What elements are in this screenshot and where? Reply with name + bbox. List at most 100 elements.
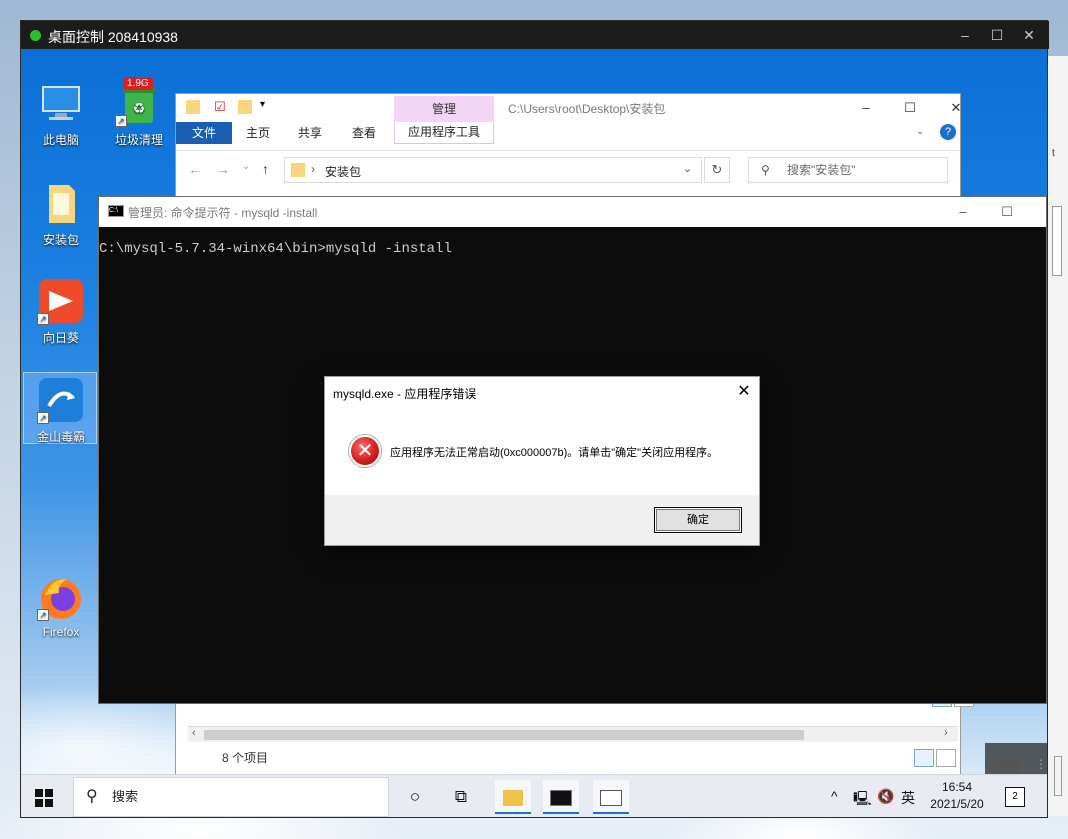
remote-title-bar: 桌面控制 208410938 – ☐ ✕	[21, 21, 1049, 49]
explorer-minimize-button[interactable]: –	[856, 98, 876, 118]
desktop-icon-label: 向日葵	[42, 331, 79, 345]
search-icon: ⚲	[86, 788, 98, 805]
address-dropdown-icon[interactable]: ⌄	[683, 162, 692, 175]
breadcrumb-separator-icon: ›	[311, 162, 315, 176]
window-icon	[600, 789, 622, 806]
junk-size-badge: 1.9G	[123, 77, 153, 90]
cmd-output-line: C:\mysql-5.7.34-winx64\bin>mysqld -insta…	[99, 241, 452, 257]
remote-minimize-button[interactable]: –	[955, 25, 975, 45]
search-icon: ⚲	[761, 163, 770, 177]
start-button[interactable]	[35, 789, 53, 807]
desktop-icon-install-folder[interactable]: 安装包	[29, 179, 93, 248]
dialog-message: 应用程序无法正常启动(0xc000007b)。请单击"确定"关闭应用程序。	[390, 447, 719, 459]
folder-icon	[186, 100, 200, 114]
back-arrow-icon[interactable]: ←	[188, 161, 202, 177]
taskbar-command-prompt[interactable]	[543, 780, 579, 814]
ok-button[interactable]: 确定	[654, 507, 742, 533]
desktop-icon-label: 金山毒霸	[36, 430, 85, 444]
firefox-icon: ↗	[37, 573, 85, 621]
shortcut-arrow-icon: ↗	[37, 412, 49, 424]
volume-muted-icon[interactable]: 🔇	[877, 788, 894, 805]
quick-access-dropdown-icon[interactable]: ▾	[260, 99, 265, 110]
taskbar-app-window[interactable]	[593, 780, 629, 814]
dialog-title: mysqld.exe - 应用程序错误	[333, 387, 477, 401]
task-view-icon[interactable]: ⧉	[443, 780, 479, 814]
cortana-icon[interactable]: ○	[397, 780, 433, 814]
horizontal-scrollbar[interactable]: ‹ ›	[188, 726, 958, 742]
tray-expand-icon[interactable]: ^	[831, 788, 838, 804]
cmd-maximize-button[interactable]: ☐	[995, 201, 1019, 223]
folder-icon	[37, 179, 85, 227]
large-icons-view-button[interactable]	[936, 749, 956, 767]
breadcrumb[interactable]: 安装包	[325, 163, 361, 180]
status-item-count-secondary: 8 个项目	[222, 751, 269, 765]
connection-status-icon	[30, 30, 41, 41]
shortcut-arrow-icon: ↗	[37, 609, 49, 621]
tab-manage[interactable]: 管理	[394, 96, 494, 122]
ribbon-expand-icon[interactable]: ⌄	[916, 126, 924, 137]
scroll-right-icon[interactable]: ›	[944, 727, 948, 739]
explorer-close-button[interactable]: ✕	[946, 98, 966, 118]
desktop-icon-label: 垃圾清理	[114, 133, 163, 147]
desktop-icon-label: Firefox	[42, 625, 80, 639]
dialog-footer: 确定	[325, 495, 759, 545]
error-dialog: mysqld.exe - 应用程序错误 ✕ ✕ 应用程序无法正常启动(0xc00…	[324, 376, 760, 546]
forward-arrow-icon[interactable]: →	[216, 161, 230, 177]
tab-share[interactable]: 共享	[286, 122, 334, 144]
panel-handle-icon[interactable]: ⋮	[1035, 757, 1047, 771]
help-icon[interactable]: ?	[940, 124, 956, 140]
shortcut-arrow-icon: ↗	[37, 313, 49, 325]
tab-home[interactable]: 主页	[234, 122, 282, 144]
details-view-button[interactable]	[914, 749, 934, 767]
sunlogin-panel-icon[interactable]	[993, 759, 1021, 774]
dialog-close-button[interactable]: ✕	[733, 381, 755, 403]
remote-close-button[interactable]: ✕	[1019, 25, 1039, 45]
search-input[interactable]: ⚲ 搜索"安装包"	[748, 157, 948, 183]
clock-time: 16:54	[941, 780, 973, 794]
explorer-title-path: C:\Users\root\Desktop\安装包	[508, 102, 666, 116]
desktop-icon-label: 安装包	[42, 233, 79, 247]
explorer-maximize-button[interactable]: ☐	[900, 98, 920, 118]
desktop-icon-junk-clean[interactable]: ♻ 1.9G ↗ 垃圾清理	[107, 77, 171, 148]
cmd-title: 管理员: 命令提示符 - mysqld -install	[128, 206, 318, 220]
antivirus-icon: ↗	[37, 376, 85, 424]
system-clock[interactable]: 16:54 2021/5/20	[921, 779, 993, 813]
explorer-address-bar: ← → ⌄ ↑ › 安装包 ⌄ ↻ ⚲ 搜索"安装包"	[176, 150, 960, 188]
shortcut-arrow-icon: ↗	[115, 115, 127, 127]
explorer-ribbon-tabs: 文件 主页 共享 查看 ⌄ ?	[176, 122, 960, 144]
host-edge-scrollbar[interactable]	[1054, 756, 1062, 796]
sunlogin-floating-panel[interactable]: ⋮	[985, 743, 1047, 774]
scroll-left-icon[interactable]: ‹	[192, 727, 196, 739]
host-edge-text: t	[1052, 148, 1055, 159]
remote-maximize-button[interactable]: ☐	[987, 25, 1007, 45]
host-window-edge: t	[1047, 56, 1068, 816]
network-icon[interactable]: 🖳	[853, 788, 872, 812]
host-edge-box	[1052, 206, 1062, 276]
taskbar-search-box[interactable]: ⚲ 搜索	[73, 777, 389, 817]
desktop-icon-sunlogin[interactable]: ↗ 向日葵	[29, 277, 93, 346]
cmd-minimize-button[interactable]: –	[951, 201, 975, 223]
taskbar-file-explorer[interactable]	[495, 780, 531, 814]
recent-dropdown-icon[interactable]: ⌄	[242, 161, 250, 172]
sunlogin-icon: ↗	[37, 277, 85, 325]
refresh-button[interactable]: ↻	[704, 157, 730, 183]
cmd-title-bar: C:\ 管理员: 命令提示符 - mysqld -install – ☐	[99, 197, 1046, 227]
remote-control-window: 桌面控制 208410938 – ☐ ✕ ⌄ 此电脑 ♻ 1.9G ↗ 垃圾清理…	[20, 20, 1049, 818]
new-folder-icon[interactable]	[238, 100, 252, 114]
input-method-indicator[interactable]: 英	[901, 788, 915, 808]
folder-icon	[503, 789, 523, 806]
address-path-box[interactable]: › 安装包 ⌄	[284, 157, 702, 183]
desktop-icon-firefox[interactable]: ↗ Firefox	[29, 573, 93, 639]
tab-file[interactable]: 文件	[176, 122, 232, 144]
up-arrow-icon[interactable]: ↑	[262, 161, 269, 177]
clock-date: 2021/5/20	[930, 797, 984, 811]
tab-view[interactable]: 查看	[340, 122, 388, 144]
tab-application-tools[interactable]: 应用程序工具	[394, 122, 494, 144]
properties-icon[interactable]: ☑	[214, 99, 226, 115]
desktop-icon-kingsoft-antivirus[interactable]: ↗ 金山毒霸	[29, 376, 93, 445]
svg-text:♻: ♻	[133, 100, 146, 116]
notification-center-icon[interactable]: 2	[1005, 787, 1025, 807]
scrollbar-thumb[interactable]	[204, 730, 804, 740]
desktop-icon-this-pc[interactable]: 此电脑	[29, 79, 93, 148]
taskbar: ⚲ 搜索 ○ ⧉ ^ 🖳 🔇 英 16:54 2021/5/20 2	[21, 774, 1047, 817]
